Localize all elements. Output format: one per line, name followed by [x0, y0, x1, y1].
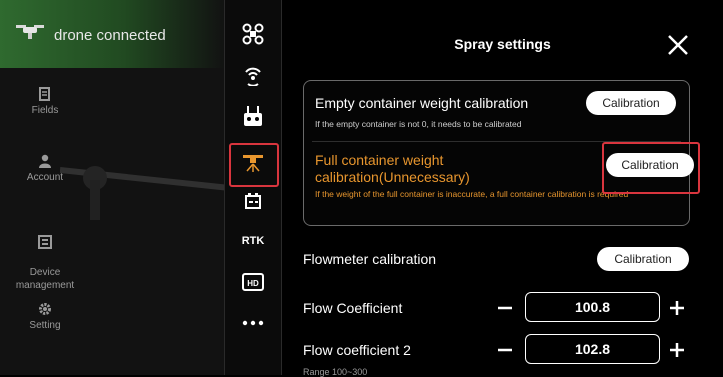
sidebar-item-setting[interactable]: Setting	[0, 302, 90, 331]
toolbar-hd[interactable]: HD	[225, 271, 281, 293]
flowmeter-calibration-button[interactable]: Calibration	[597, 247, 689, 271]
flow-coefficient-2-decrease-button[interactable]	[495, 340, 515, 360]
toolbar-rtk[interactable]: RTK	[225, 233, 281, 249]
full-calibration-button[interactable]: Calibration	[606, 153, 694, 177]
toolbar-remote[interactable]	[225, 103, 281, 129]
connection-banner: drone connected	[0, 0, 225, 68]
full-calibration-title: Full container weight calibration(Unnece…	[315, 152, 470, 185]
quadcopter-icon	[242, 23, 264, 45]
empty-calibration-title: Empty container weight calibration	[315, 95, 529, 111]
sidebar-item-fields[interactable]: Fields	[0, 87, 90, 116]
sidebar-item-device-management[interactable]: Device management	[0, 222, 90, 292]
empty-calibration-description: If the empty container is not 0, it need…	[315, 119, 522, 129]
sidebar-item-label: Setting	[29, 320, 61, 331]
sidebar-item-account[interactable]: Account	[0, 154, 90, 183]
flow-coefficient-label: Flow Coefficient	[303, 300, 403, 316]
toolbar-more[interactable]	[225, 314, 281, 332]
rtk-label: RTK	[241, 235, 265, 247]
signal-icon	[245, 67, 261, 86]
sidebar-item-label: Fields	[31, 105, 59, 116]
fields-icon	[39, 87, 50, 101]
connection-status: drone connected	[54, 27, 166, 44]
battery-icon	[245, 193, 261, 209]
spray-icon	[243, 155, 263, 172]
account-icon	[39, 154, 51, 168]
close-icon[interactable]	[665, 32, 691, 58]
spray-settings-panel: Spray settings Empty container weight ca…	[282, 0, 723, 377]
toolbar-spray[interactable]	[225, 148, 281, 178]
device-management-icon	[38, 235, 52, 249]
sidebar-item-label: Device management	[15, 267, 75, 291]
flow-coefficient-2-increase-button[interactable]	[667, 340, 687, 360]
flowmeter-calibration-label: Flowmeter calibration	[303, 251, 437, 267]
remote-controller-icon	[244, 106, 262, 126]
hd-label: HD	[247, 279, 259, 288]
drone-icon	[16, 25, 44, 39]
flow-coefficient-increase-button[interactable]	[667, 298, 687, 318]
page-title: Spray settings	[454, 36, 551, 52]
flow-coefficient-input[interactable]: 100.8	[525, 292, 660, 322]
left-sidebar: drone connected Fields Account Device ma…	[0, 0, 230, 375]
toolbar-signal[interactable]	[225, 62, 281, 88]
toolbar-drone[interactable]	[225, 22, 281, 46]
calibration-card: Empty container weight calibration If th…	[303, 80, 700, 226]
icon-toolbar: RTK HD	[224, 0, 282, 375]
sidebar-item-label: Account	[26, 172, 64, 183]
hd-icon: HD	[242, 273, 264, 291]
setting-icon	[39, 303, 51, 315]
flow-coefficient-2-input[interactable]: 102.8	[525, 334, 660, 364]
toolbar-battery[interactable]	[225, 190, 281, 212]
empty-calibration-button[interactable]: Calibration	[586, 91, 676, 115]
range-hint: Range 100~300	[303, 367, 368, 377]
flow-coefficient-2-label: Flow coefficient 2	[303, 342, 411, 358]
more-icon	[242, 320, 264, 326]
flow-coefficient-decrease-button[interactable]	[495, 298, 515, 318]
